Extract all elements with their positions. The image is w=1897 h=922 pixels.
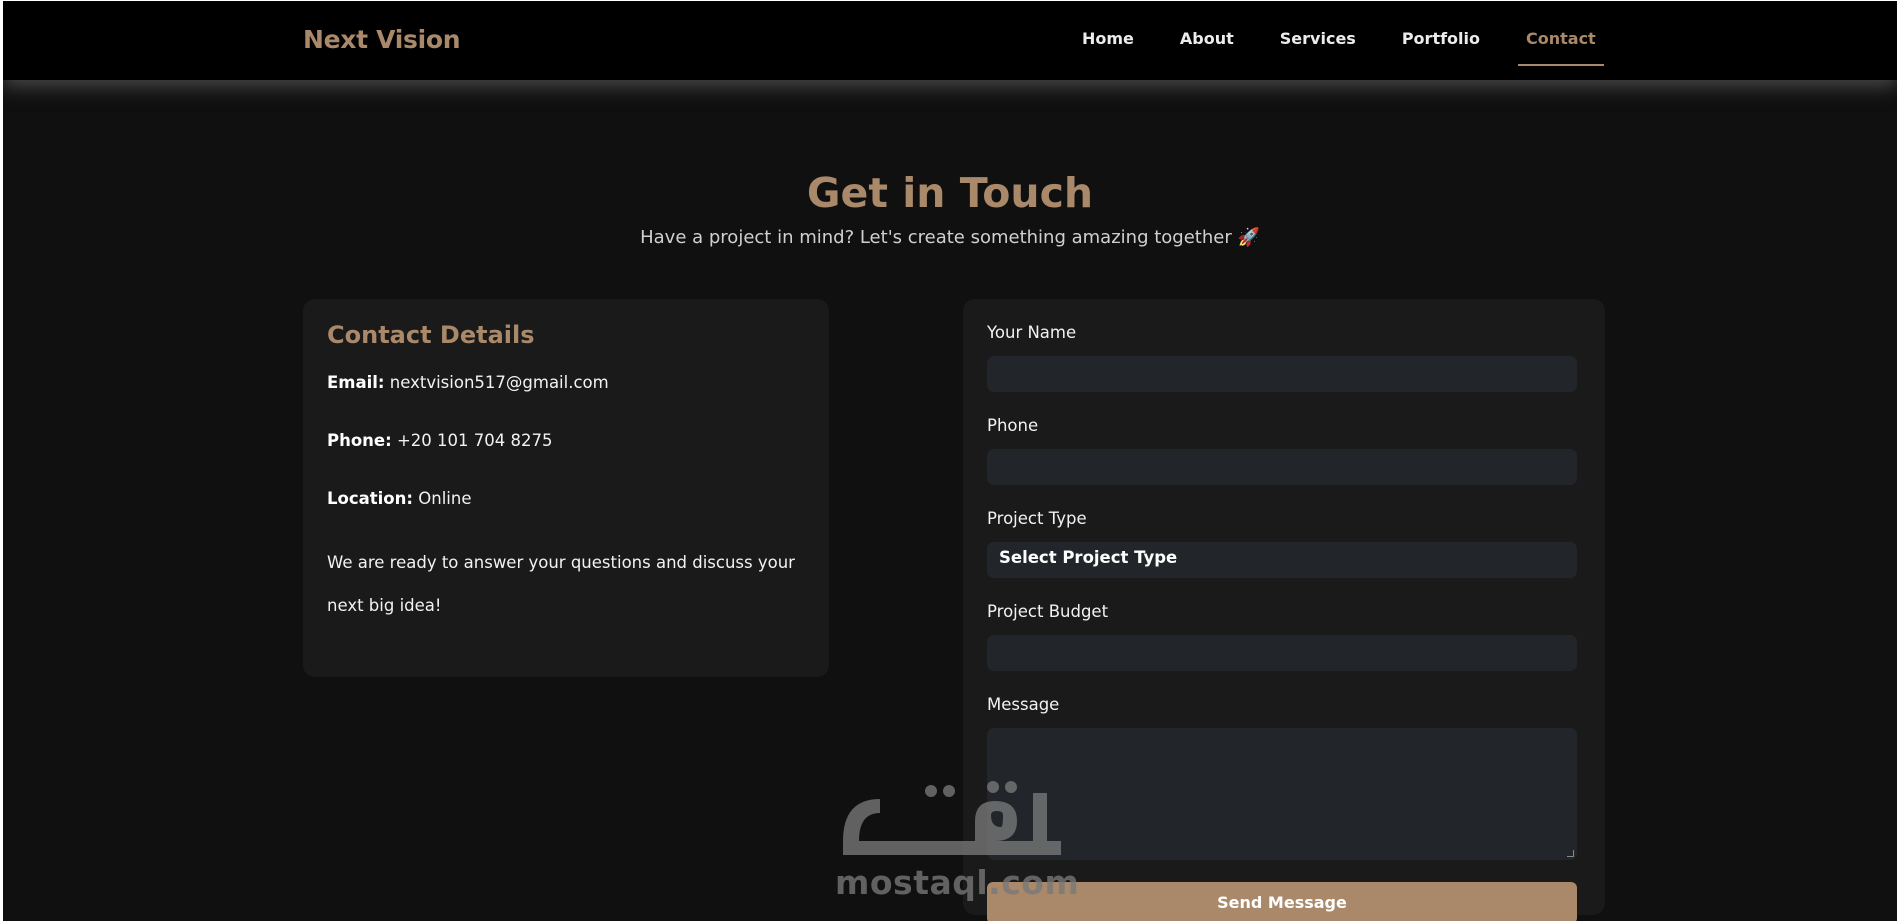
nav-about[interactable]: About <box>1180 29 1234 48</box>
project-type-select[interactable]: Select Project Type <box>987 542 1577 578</box>
page-frame: Next Vision Home About Services Portfoli… <box>3 1 1897 921</box>
name-input[interactable] <box>987 356 1577 392</box>
mostaql-watermark: mostaql.com <box>835 781 1080 911</box>
phone-label: Phone: <box>327 431 392 450</box>
project-budget-input[interactable] <box>987 635 1577 671</box>
nav-links: Home About Services Portfolio Contact <box>1082 29 1604 66</box>
brand-logo[interactable]: Next Vision <box>303 25 461 54</box>
contact-details-title: Contact Details <box>327 321 535 349</box>
contact-note: We are ready to answer your questions an… <box>327 553 795 615</box>
location-label: Location: <box>327 489 413 508</box>
phone-field-label: Phone <box>987 416 1039 435</box>
subtitle-text: Have a project in mind? Let's create som… <box>640 227 1232 248</box>
email-label: Email: <box>327 373 385 392</box>
phone-row: Phone: +20 101 704 8275 <box>327 429 805 453</box>
project-type-label: Project Type <box>987 509 1087 528</box>
location-row: Location: Online <box>327 487 805 511</box>
location-value: Online <box>418 489 472 508</box>
project-budget-label: Project Budget <box>987 602 1109 621</box>
nav-services[interactable]: Services <box>1280 29 1356 48</box>
resize-handle-icon[interactable] <box>1567 850 1574 857</box>
nav-contact[interactable]: Contact <box>1518 29 1604 66</box>
phone-value: +20 101 704 8275 <box>396 431 553 450</box>
name-label: Your Name <box>987 323 1077 342</box>
nav-portfolio[interactable]: Portfolio <box>1402 29 1480 48</box>
mostaql-logo-arabic <box>843 781 1061 855</box>
email-row: Email: nextvision517@gmail.com <box>327 371 805 395</box>
rocket-icon: 🚀 <box>1237 227 1260 248</box>
message-label: Message <box>987 695 1060 714</box>
contact-details-card: Contact Details Email: nextvision517@gma… <box>303 299 829 677</box>
top-navbar: Next Vision Home About Services Portfoli… <box>3 1 1897 80</box>
nav-home[interactable]: Home <box>1082 29 1134 48</box>
page-title: Get in Touch <box>806 169 1094 217</box>
phone-input[interactable] <box>987 449 1577 485</box>
mostaql-logo-latin: mostaql.com <box>835 863 1080 902</box>
page-subtitle: Have a project in mind? Let's create som… <box>3 227 1897 248</box>
message-textarea[interactable] <box>987 728 1577 860</box>
email-value: nextvision517@gmail.com <box>389 373 609 392</box>
